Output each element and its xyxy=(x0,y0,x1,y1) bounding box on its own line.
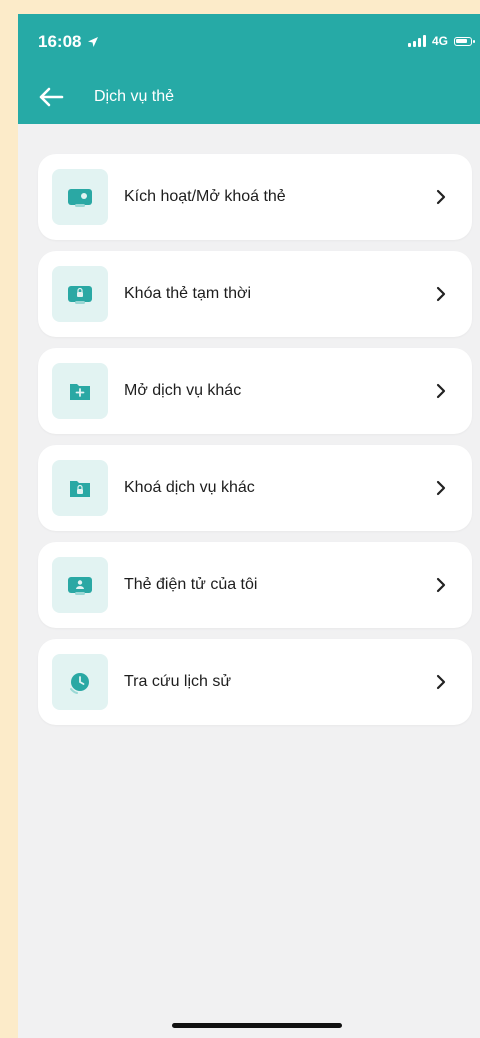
page-title: Dịch vụ thẻ xyxy=(94,88,175,105)
phone-screen: 16:08 4G Dịch vụ thẻ Kích hoạt/Mở khoá t… xyxy=(18,14,480,1038)
back-arrow-icon xyxy=(39,87,64,107)
back-button[interactable] xyxy=(36,82,66,112)
card-unlock-icon xyxy=(52,169,108,225)
chevron-right-icon xyxy=(436,286,446,302)
menu-item-label: Khoá dịch vụ khác xyxy=(124,479,255,496)
menu-item-history-lookup[interactable]: Tra cứu lịch sử xyxy=(38,639,472,725)
status-indicators: 4G xyxy=(407,34,475,48)
menu-item-open-other-services[interactable]: Mở dịch vụ khác xyxy=(38,348,472,434)
card-lock-icon xyxy=(52,266,108,322)
menu-item-label: Khóa thẻ tạm thời xyxy=(124,285,252,302)
location-arrow-icon xyxy=(88,37,99,47)
history-clock-icon xyxy=(52,654,108,710)
chevron-right-icon xyxy=(436,383,446,399)
folder-lock-icon xyxy=(52,460,108,516)
menu-item-label: Kích hoạt/Mở khoá thẻ xyxy=(124,188,286,205)
battery-icon xyxy=(454,36,475,46)
chevron-right-icon xyxy=(436,577,446,593)
folder-add-icon xyxy=(52,363,108,419)
chevron-right-icon xyxy=(436,674,446,690)
status-time: 16:08 xyxy=(38,32,99,52)
chevron-right-icon xyxy=(436,480,446,496)
e-card-icon xyxy=(52,557,108,613)
menu-item-label: Tra cứu lịch sử xyxy=(124,673,232,690)
app-header: 16:08 4G Dịch vụ thẻ xyxy=(18,14,480,124)
menu-item-temporary-lock-card[interactable]: Khóa thẻ tạm thời xyxy=(38,251,472,337)
menu-item-label: Thẻ điện tử của tôi xyxy=(124,576,258,593)
service-menu-list: Kích hoạt/Mở khoá thẻ Khóa thẻ tạm thời xyxy=(38,154,472,736)
menu-item-my-e-card[interactable]: Thẻ điện tử của tôi xyxy=(38,542,472,628)
chevron-right-icon xyxy=(436,189,446,205)
menu-item-activate-unlock-card[interactable]: Kích hoạt/Mở khoá thẻ xyxy=(38,154,472,240)
network-label: 4G xyxy=(431,34,448,48)
menu-item-label: Mở dịch vụ khác xyxy=(124,382,242,399)
menu-item-lock-other-services[interactable]: Khoá dịch vụ khác xyxy=(38,445,472,531)
home-indicator[interactable] xyxy=(172,1023,342,1028)
status-time-text: 16:08 xyxy=(38,32,82,51)
signal-icon xyxy=(407,35,426,47)
